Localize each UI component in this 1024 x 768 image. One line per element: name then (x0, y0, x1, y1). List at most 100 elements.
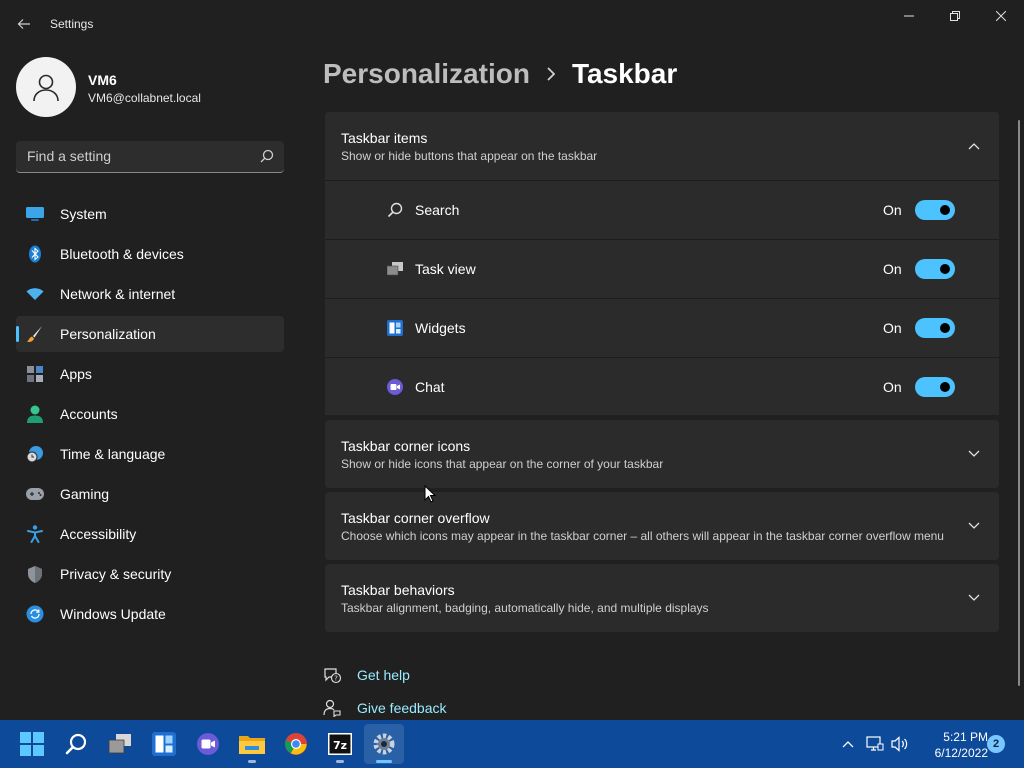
bluetooth-icon (26, 245, 44, 263)
svg-text:?: ? (334, 675, 338, 683)
taskbar-items-header[interactable]: Taskbar items Show or hide buttons that … (325, 112, 999, 180)
section-subtitle: Show or hide buttons that appear on the … (341, 149, 598, 163)
taskbar-file-explorer-button[interactable] (232, 724, 272, 764)
sidebar-nav: System Bluetooth & devices Network & int… (16, 196, 284, 636)
search-toggle[interactable] (915, 200, 955, 220)
item-label: Task view (415, 261, 476, 277)
mouse-cursor-icon (424, 485, 436, 503)
app-title: Settings (50, 17, 94, 31)
taskbar-clock[interactable]: 5:21 PM 6/12/2022 (908, 729, 988, 761)
running-indicator (376, 760, 392, 763)
section-subtitle: Choose which icons may appear in the tas… (341, 529, 944, 543)
network-status-button[interactable] (865, 734, 885, 754)
minimize-button[interactable] (886, 4, 932, 28)
corner-icons-section[interactable]: Taskbar corner icons Show or hide icons … (325, 420, 999, 488)
running-indicator (248, 760, 256, 763)
sidebar-item-system[interactable]: System (16, 196, 284, 232)
taskbar-chrome-button[interactable] (276, 724, 316, 764)
shield-icon (26, 565, 44, 583)
chevron-down-icon[interactable] (967, 447, 981, 461)
section-subtitle: Taskbar alignment, badging, automaticall… (341, 601, 709, 615)
back-arrow-icon (17, 19, 30, 29)
toggle-state-label: On (883, 202, 902, 218)
svg-text:7z: 7z (333, 739, 347, 752)
chrome-icon (285, 733, 307, 755)
search-icon (386, 201, 404, 219)
clock-time: 5:21 PM (943, 730, 988, 744)
taskbar-search-button[interactable] (56, 724, 96, 764)
chevron-up-icon[interactable] (967, 139, 981, 153)
chat-icon (197, 733, 219, 755)
link-label: Get help (357, 667, 410, 683)
person-icon (26, 405, 44, 423)
notification-badge[interactable]: 2 (987, 735, 1005, 753)
start-button[interactable] (12, 724, 52, 764)
sidebar-item-accessibility[interactable]: Accessibility (16, 516, 284, 552)
sidebar-item-windows-update[interactable]: Windows Update (16, 596, 284, 632)
behaviors-section[interactable]: Taskbar behaviors Taskbar alignment, bad… (325, 564, 999, 632)
taskbar: 7z (0, 720, 1024, 768)
search-box[interactable] (16, 141, 284, 173)
sidebar-item-privacy[interactable]: Privacy & security (16, 556, 284, 592)
section-title: Taskbar corner icons (341, 438, 471, 454)
item-label: Chat (415, 379, 445, 395)
toggle-knob (940, 323, 950, 333)
breadcrumb-parent[interactable]: Personalization (323, 58, 530, 90)
item-label: Search (415, 202, 460, 218)
sidebar-item-label: Apps (60, 366, 92, 382)
widgets-toggle[interactable] (915, 318, 955, 338)
toggle-knob (940, 205, 950, 215)
sidebar-item-label: Accounts (60, 406, 118, 422)
give-feedback-link[interactable]: Give feedback (323, 697, 523, 719)
widgets-icon (386, 319, 404, 337)
feedback-icon (323, 699, 341, 717)
settings-icon (373, 733, 395, 755)
minimize-icon (904, 15, 914, 17)
sidebar-item-label: Gaming (60, 486, 110, 502)
gamepad-icon (26, 485, 44, 503)
sidebar-item-bluetooth[interactable]: Bluetooth & devices (16, 236, 284, 272)
taskbar-7zip-button[interactable]: 7z (320, 724, 360, 764)
monitor-icon (26, 205, 44, 223)
sidebar-item-label: Accessibility (60, 526, 137, 542)
start-icon (20, 732, 44, 756)
chevron-down-icon[interactable] (967, 519, 981, 533)
task-view-toggle[interactable] (915, 259, 955, 279)
taskbar-item-widgets: Widgets On (325, 298, 999, 356)
avatar[interactable] (16, 57, 76, 117)
sidebar-item-gaming[interactable]: Gaming (16, 476, 284, 512)
search-icon[interactable] (260, 149, 274, 163)
back-button[interactable] (10, 10, 38, 38)
toggle-knob (940, 382, 950, 392)
item-label: Widgets (415, 320, 466, 336)
sidebar-item-network[interactable]: Network & internet (16, 276, 284, 312)
taskbar-task-view-button[interactable] (100, 724, 140, 764)
title-bar: Settings (0, 0, 1024, 48)
file-explorer-icon (239, 736, 265, 754)
section-title: Taskbar items (341, 130, 428, 146)
sidebar-item-apps[interactable]: Apps (16, 356, 284, 392)
get-help-link[interactable]: ? Get help (323, 664, 523, 686)
restore-button[interactable] (932, 4, 978, 28)
scrollbar[interactable] (1018, 120, 1020, 686)
close-button[interactable] (978, 4, 1024, 28)
toggle-state-label: On (883, 261, 902, 277)
network-icon (866, 736, 884, 751)
chat-toggle[interactable] (915, 377, 955, 397)
widgets-icon (152, 732, 176, 756)
taskbar-widgets-button[interactable] (144, 724, 184, 764)
sidebar-item-time-language[interactable]: Time & language (16, 436, 284, 472)
sidebar-item-accounts[interactable]: Accounts (16, 396, 284, 432)
taskbar-settings-button[interactable] (364, 724, 404, 764)
chevron-down-icon[interactable] (967, 591, 981, 605)
volume-button[interactable] (890, 734, 910, 754)
search-input[interactable] (16, 141, 246, 171)
section-title: Taskbar behaviors (341, 582, 455, 598)
toggle-knob (940, 264, 950, 274)
show-hidden-icons-button[interactable] (838, 734, 858, 754)
sidebar-item-label: Network & internet (60, 286, 176, 302)
sidebar-item-label: System (60, 206, 107, 222)
taskbar-items-section: Taskbar items Show or hide buttons that … (325, 112, 999, 415)
sidebar-item-personalization[interactable]: Personalization (16, 316, 284, 352)
taskbar-chat-button[interactable] (188, 724, 228, 764)
